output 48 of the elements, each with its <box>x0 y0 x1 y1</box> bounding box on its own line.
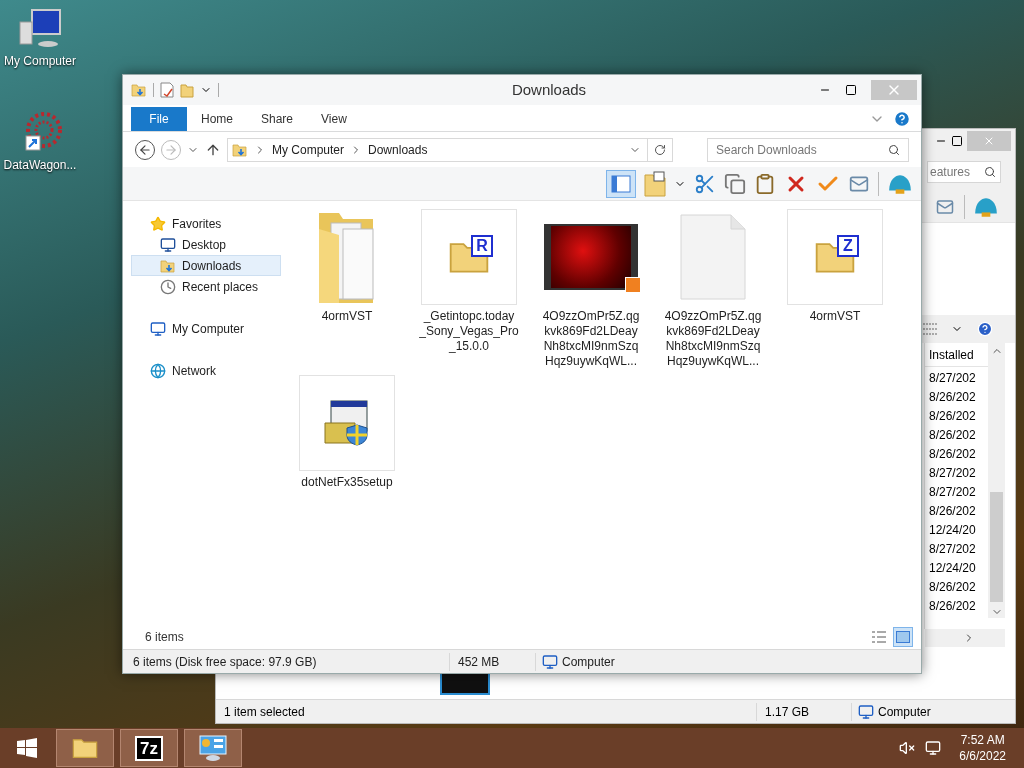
file-name[interactable]: dotNetFx35setup <box>301 471 393 490</box>
archive-badge: R <box>471 235 493 257</box>
ribbon-tab[interactable]: Home <box>187 107 247 131</box>
status-size: 1.17 GB <box>756 702 851 721</box>
search-field[interactable]: Search Downloads <box>707 137 909 162</box>
date-cell-text: 8/27/202 <box>928 370 977 387</box>
date-cell-text: 8/27/202 <box>928 465 977 482</box>
archiver-button[interactable]: 7z <box>120 729 178 767</box>
date-cell-text: 8/26/202 <box>928 579 977 596</box>
date-cell-text: 8/26/202 <box>928 389 977 406</box>
ribbon-tab[interactable]: View <box>307 107 361 131</box>
file-name[interactable]: 4ormVST <box>321 305 373 324</box>
nav-item[interactable]: Downloads <box>131 255 281 276</box>
desktop-icon-label[interactable]: My Computer <box>4 52 76 70</box>
archive-badge: Z <box>837 235 859 257</box>
search-field[interactable]: eatures <box>927 161 1001 183</box>
breadcrumb[interactable]: Downloads <box>368 140 428 159</box>
file-name[interactable]: 4O9zzOmPr5Z.qg kvk869Fd2LDeay Nh8txcMI9nmSzq Hqz9uywKqWL... <box>664 305 762 369</box>
date-cell-text: 12/24/20 <box>928 522 977 539</box>
file-name[interactable]: _Getintopc.today _Sony_Vegas_Pro _15.0.0 <box>419 305 519 354</box>
date-cell-text: 8/27/202 <box>928 541 977 558</box>
date-cell-text: 8/26/202 <box>928 503 977 520</box>
nav-item[interactable]: Favorites <box>131 213 281 234</box>
file-menu-tab[interactable]: File <box>131 107 187 131</box>
ribbon-tab[interactable]: Share <box>247 107 308 131</box>
nav-item[interactable]: Desktop <box>131 234 281 255</box>
nav-item[interactable]: Recent places <box>131 276 281 297</box>
status-location: Computer <box>562 653 615 671</box>
clock[interactable]: 7:52 AM 6/6/2022 <box>959 732 1006 764</box>
date-cell-text: 8/26/202 <box>928 427 977 444</box>
status-size: 452 MB <box>449 652 535 671</box>
date-cell-text: 8/26/202 <box>928 598 977 615</box>
file-name[interactable]: 4ormVST <box>809 305 861 324</box>
breadcrumb[interactable]: My Computer <box>272 140 345 159</box>
item-count: 6 items <box>145 629 184 646</box>
date-cell-text: 8/26/202 <box>928 408 977 425</box>
date-cell-text: 12/24/20 <box>928 560 977 577</box>
nav-item[interactable]: My Computer <box>131 318 281 339</box>
status-location: Computer <box>878 703 931 721</box>
address-bar[interactable]: My Computer Downloads <box>227 137 673 162</box>
date-cell-text: 8/27/202 <box>928 484 977 501</box>
nav-item[interactable]: Network <box>131 360 281 381</box>
window-title: Downloads <box>511 79 587 100</box>
status-text: 1 item selected <box>223 703 306 721</box>
status-text: 6 items (Disk free space: 97.9 GB) <box>132 653 318 671</box>
desktop-icon-label[interactable]: DataWagon... <box>3 156 77 174</box>
file-name[interactable]: 4O9zzOmPr5Z.qg kvk869Fd2LDeay Nh8txcMI9nmSzq Hqz9uywKqWL... <box>542 305 640 369</box>
date-cell-text: 8/26/202 <box>928 446 977 463</box>
